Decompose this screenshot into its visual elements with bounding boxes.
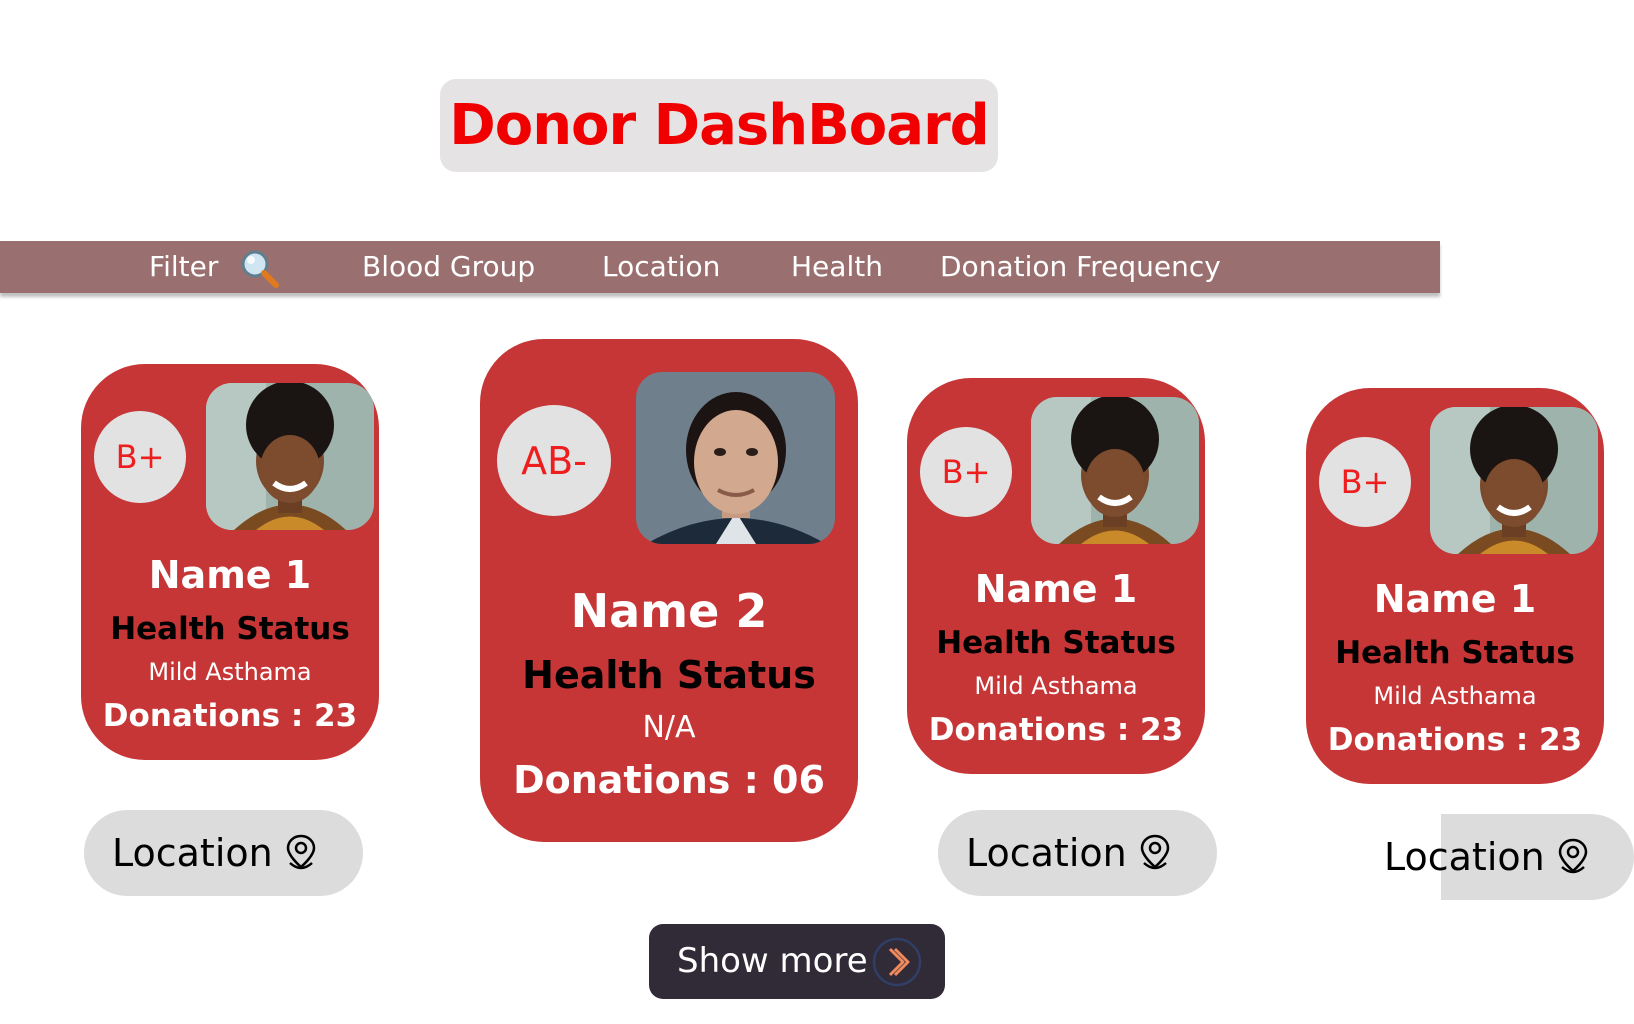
location-button[interactable]: Location xyxy=(84,810,363,896)
health-status-label: Health Status xyxy=(1335,635,1575,671)
health-condition: Mild Asthama xyxy=(148,658,312,686)
health-status-label: Health Status xyxy=(936,625,1176,661)
map-pin-icon xyxy=(1558,838,1588,874)
donor-name: Name 1 xyxy=(148,553,312,597)
donor-photo xyxy=(636,372,835,544)
blood-group-badge: B+ xyxy=(94,411,186,503)
map-pin-icon xyxy=(286,834,316,870)
blood-group-badge: B+ xyxy=(1319,437,1411,527)
donor-photo xyxy=(1430,407,1598,554)
donation-count: Donations : 06 xyxy=(513,758,825,802)
show-more-label: Show more xyxy=(677,941,868,981)
health-status-label: Health Status xyxy=(522,653,816,697)
filter-label[interactable]: Filter xyxy=(149,241,218,293)
location-label: Location xyxy=(1384,835,1545,879)
filter-health[interactable]: Health xyxy=(791,241,883,293)
page-title: Donor DashBoard xyxy=(449,93,990,158)
map-pin-icon xyxy=(1140,834,1170,870)
location-button[interactable]: Location xyxy=(938,810,1217,896)
filter-bar: Filter Blood Group Location Health Donat… xyxy=(0,241,1440,293)
donor-name: Name 1 xyxy=(1373,577,1537,621)
blood-group-badge: AB- xyxy=(497,405,611,516)
filter-donation-frequency[interactable]: Donation Frequency xyxy=(940,241,1221,293)
health-condition: Mild Asthama xyxy=(1373,682,1537,710)
blood-group-badge: B+ xyxy=(920,427,1012,517)
health-condition: N/A xyxy=(642,710,696,745)
donor-photo xyxy=(1031,397,1199,544)
donor-photo xyxy=(206,383,374,530)
location-label: Location xyxy=(966,831,1127,875)
location-button[interactable]: Location xyxy=(1384,814,1634,900)
page-title-box: Donor DashBoard xyxy=(440,79,998,172)
donor-card[interactable]: B+ Name 1 Health Status Mild Asthama Don… xyxy=(1306,388,1604,784)
filter-blood-group[interactable]: Blood Group xyxy=(362,241,535,293)
chevron-right-icon xyxy=(872,937,922,987)
filter-location[interactable]: Location xyxy=(602,241,720,293)
donation-count: Donations : 23 xyxy=(102,698,358,734)
location-label: Location xyxy=(112,831,273,875)
health-condition: Mild Asthama xyxy=(974,672,1138,700)
donor-card[interactable]: B+ Name 1 Health Status Mild Asthama Don… xyxy=(81,364,379,760)
show-more-button[interactable]: Show more xyxy=(649,924,945,999)
health-status-label: Health Status xyxy=(110,611,350,647)
donor-name: Name 1 xyxy=(974,567,1138,611)
donor-card[interactable]: AB- Name 2 Health Status N/A Donations :… xyxy=(480,339,858,842)
donor-card[interactable]: B+ Name 1 Health Status Mild Asthama Don… xyxy=(907,378,1205,774)
donor-name: Name 2 xyxy=(570,584,768,638)
magnifier-icon[interactable] xyxy=(238,247,280,289)
donation-count: Donations : 23 xyxy=(1327,722,1583,758)
donation-count: Donations : 23 xyxy=(928,712,1184,748)
